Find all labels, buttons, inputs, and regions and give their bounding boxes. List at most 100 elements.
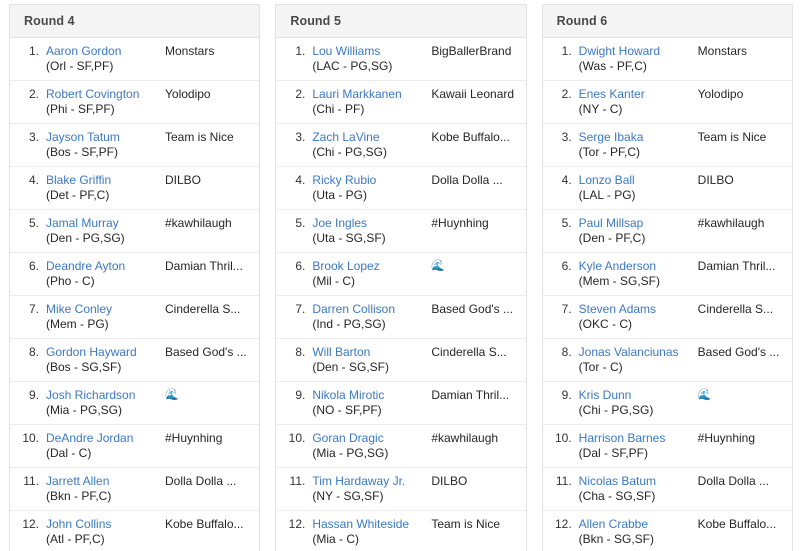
player-name-link[interactable]: Lou Williams	[312, 44, 430, 59]
pick-player-cell: Josh Richardson (Mia - PG,SG)	[46, 388, 164, 418]
player-name-link[interactable]: Ricky Rubio	[312, 173, 430, 188]
pick-player-cell: Will Barton (Den - SG,SF)	[312, 345, 430, 375]
pick-number: 8.	[28, 345, 39, 359]
player-team-position: (Mem - SG,SF)	[578, 274, 660, 288]
player-team-position: (Mia - PG,SG)	[46, 403, 123, 417]
fantasy-team-name: Kobe Buffalo...	[697, 517, 777, 531]
player-name-link[interactable]: Jonas Valanciunas	[579, 345, 697, 360]
player-name-link[interactable]: Lauri Markkanen	[312, 87, 430, 102]
pick-player-cell: Jonas Valanciunas (Tor - C)	[579, 345, 697, 375]
pick-player-cell: Nicolas Batum (Cha - SG,SF)	[579, 474, 697, 504]
pick-row: 12. John Collins (Atl - PF,C) Kobe Buffalo.…	[10, 511, 259, 551]
pick-row: 5. Joe Ingles (Uta - SG,SF) #Huynhing	[276, 210, 526, 253]
draft-results-board: Round 4 1. Aaron Gordon (Orl - SF,PF) Monsta…	[0, 0, 802, 551]
player-team-position: (Den - PG,SG)	[46, 231, 125, 245]
player-team-position: (Bos - SF,PF)	[46, 145, 119, 159]
pick-row: 9. Nikola Mirotic (NO - SF,PF) Damian Thril…	[276, 382, 526, 425]
player-name-link[interactable]: Mike Conley	[46, 302, 164, 317]
player-team-position: (Orl - SF,PF)	[46, 59, 114, 73]
pick-row: 8. Jonas Valanciunas (Tor - C) Based God's …	[542, 339, 792, 382]
pick-player-cell: Jayson Tatum (Bos - SF,PF)	[46, 130, 164, 160]
player-name-link[interactable]: Serge Ibaka	[579, 130, 697, 145]
player-name-link[interactable]: Joe Ingles	[312, 216, 430, 231]
player-name-link[interactable]: Jarrett Allen	[46, 474, 164, 489]
fantasy-team-name: Damian Thril...	[697, 259, 776, 273]
player-name-link[interactable]: Paul Millsap	[579, 216, 697, 231]
player-team-position: (Cha - SG,SF)	[578, 489, 656, 503]
player-name-link[interactable]: Zach LaVine	[312, 130, 430, 145]
player-name-link[interactable]: Jamal Murray	[46, 216, 164, 231]
player-name-link[interactable]: Darren Collison	[312, 302, 430, 317]
player-team-position: (Phi - SF,PF)	[46, 102, 115, 116]
player-name-link[interactable]: Brook Lopez	[312, 259, 430, 274]
player-team-position: (Bkn - SG,SF)	[578, 532, 654, 546]
player-name-link[interactable]: Goran Dragic	[312, 431, 430, 446]
pick-player-cell: Paul Millsap (Den - PF,C)	[579, 216, 697, 246]
pick-list: 1. Aaron Gordon (Orl - SF,PF) Monstars 2. Rob…	[10, 38, 260, 551]
round-title: Round 5	[276, 5, 526, 38]
pick-number: 5.	[295, 216, 306, 230]
fantasy-team-name: Based God's ...	[165, 345, 247, 359]
player-name-link[interactable]: Deandre Ayton	[46, 259, 164, 274]
fantasy-team-name: #kawhilaugh	[431, 431, 499, 445]
round-panel: Round 4 1. Aaron Gordon (Orl - SF,PF) Monsta…	[9, 4, 261, 551]
pick-number: 2.	[561, 87, 572, 101]
pick-player-cell: Zach LaVine (Chi - PG,SG)	[312, 130, 430, 160]
round-title: Round 4	[10, 5, 260, 38]
pick-row: 8. Gordon Hayward (Bos - SG,SF) Based God's…	[10, 339, 260, 382]
fantasy-team-name: Yolodipo	[697, 87, 744, 101]
pick-number: 7.	[295, 302, 306, 316]
pick-number: 6.	[561, 259, 572, 273]
player-name-link[interactable]: Dwight Howard	[579, 44, 697, 59]
player-name-link[interactable]: Hassan Whiteside	[312, 517, 430, 532]
pick-player-cell: Blake Griffin (Det - PF,C)	[46, 173, 164, 203]
pick-row: 2. Lauri Markkanen (Chi - PF) Kawaii Leonar…	[276, 81, 526, 124]
pick-player-cell: Kyle Anderson (Mem - SG,SF)	[579, 259, 697, 289]
player-team-position: (Bos - SG,SF)	[46, 360, 122, 374]
pick-player-cell: Harrison Barnes (Dal - SF,PF)	[579, 431, 697, 461]
pick-player-cell: Deandre Ayton (Pho - C)	[46, 259, 164, 289]
player-name-link[interactable]: Harrison Barnes	[579, 431, 697, 446]
pick-row: 10. DeAndre Jordan (Dal - C) #Huynhing	[10, 425, 260, 468]
player-name-link[interactable]: Nikola Mirotic	[312, 388, 430, 403]
pick-list: 1. Dwight Howard (Was - PF,C) Monstars 2. Ene…	[542, 38, 792, 551]
pick-player-cell: Nikola Mirotic (NO - SF,PF)	[312, 388, 430, 418]
player-name-link[interactable]: Will Barton	[312, 345, 430, 360]
player-name-link[interactable]: Lonzo Ball	[579, 173, 697, 188]
player-team-position: (NY - SG,SF)	[312, 489, 384, 503]
pick-number: 5.	[561, 216, 572, 230]
round-panel: Round 5 1. Lou Williams (LAC - PG,SG) BigBal…	[275, 4, 527, 551]
pick-player-cell: John Collins (Atl - PF,C)	[46, 517, 164, 547]
pick-number: 1.	[561, 44, 572, 58]
player-name-link[interactable]: Allen Crabbe	[579, 517, 697, 532]
player-name-link[interactable]: Kyle Anderson	[579, 259, 697, 274]
player-name-link[interactable]: Steven Adams	[579, 302, 697, 317]
pick-row: 2. Enes Kanter (NY - C) Yolodipo	[542, 81, 792, 124]
pick-row: 10. Harrison Barnes (Dal - SF,PF) #Huynhing	[542, 425, 792, 468]
player-name-link[interactable]: Nicolas Batum	[579, 474, 697, 489]
player-name-link[interactable]: John Collins	[46, 517, 164, 532]
player-name-link[interactable]: Kris Dunn	[579, 388, 697, 403]
player-team-position: (Chi - PG,SG)	[312, 145, 387, 159]
player-name-link[interactable]: Enes Kanter	[579, 87, 697, 102]
fantasy-team-name: Dolla Dolla ...	[165, 474, 237, 488]
pick-row: 11. Tim Hardaway Jr. (NY - SG,SF) DILBO	[276, 468, 526, 511]
player-name-link[interactable]: Gordon Hayward	[46, 345, 164, 360]
pick-row: 6. Deandre Ayton (Pho - C) Damian Thril...	[10, 253, 260, 296]
player-name-link[interactable]: Aaron Gordon	[46, 44, 164, 59]
pick-player-cell: DeAndre Jordan (Dal - C)	[46, 431, 164, 461]
fantasy-team-name: #Huynhing	[165, 431, 223, 445]
pick-player-cell: Tim Hardaway Jr. (NY - SG,SF)	[312, 474, 430, 504]
player-team-position: (Dal - SF,PF)	[578, 446, 648, 460]
player-name-link[interactable]: Robert Covington	[46, 87, 164, 102]
pick-number: 2.	[295, 87, 306, 101]
pick-list: 1. Lou Williams (LAC - PG,SG) BigBallerBran…	[276, 38, 526, 551]
pick-number: 10.	[288, 431, 306, 445]
player-name-link[interactable]: DeAndre Jordan	[46, 431, 164, 446]
player-name-link[interactable]: Tim Hardaway Jr.	[312, 474, 430, 489]
player-name-link[interactable]: Josh Richardson	[46, 388, 164, 403]
player-name-link[interactable]: Blake Griffin	[46, 173, 164, 188]
player-team-position: (NO - SF,PF)	[312, 403, 382, 417]
player-team-position: (OKC - C)	[578, 317, 632, 331]
player-name-link[interactable]: Jayson Tatum	[46, 130, 164, 145]
